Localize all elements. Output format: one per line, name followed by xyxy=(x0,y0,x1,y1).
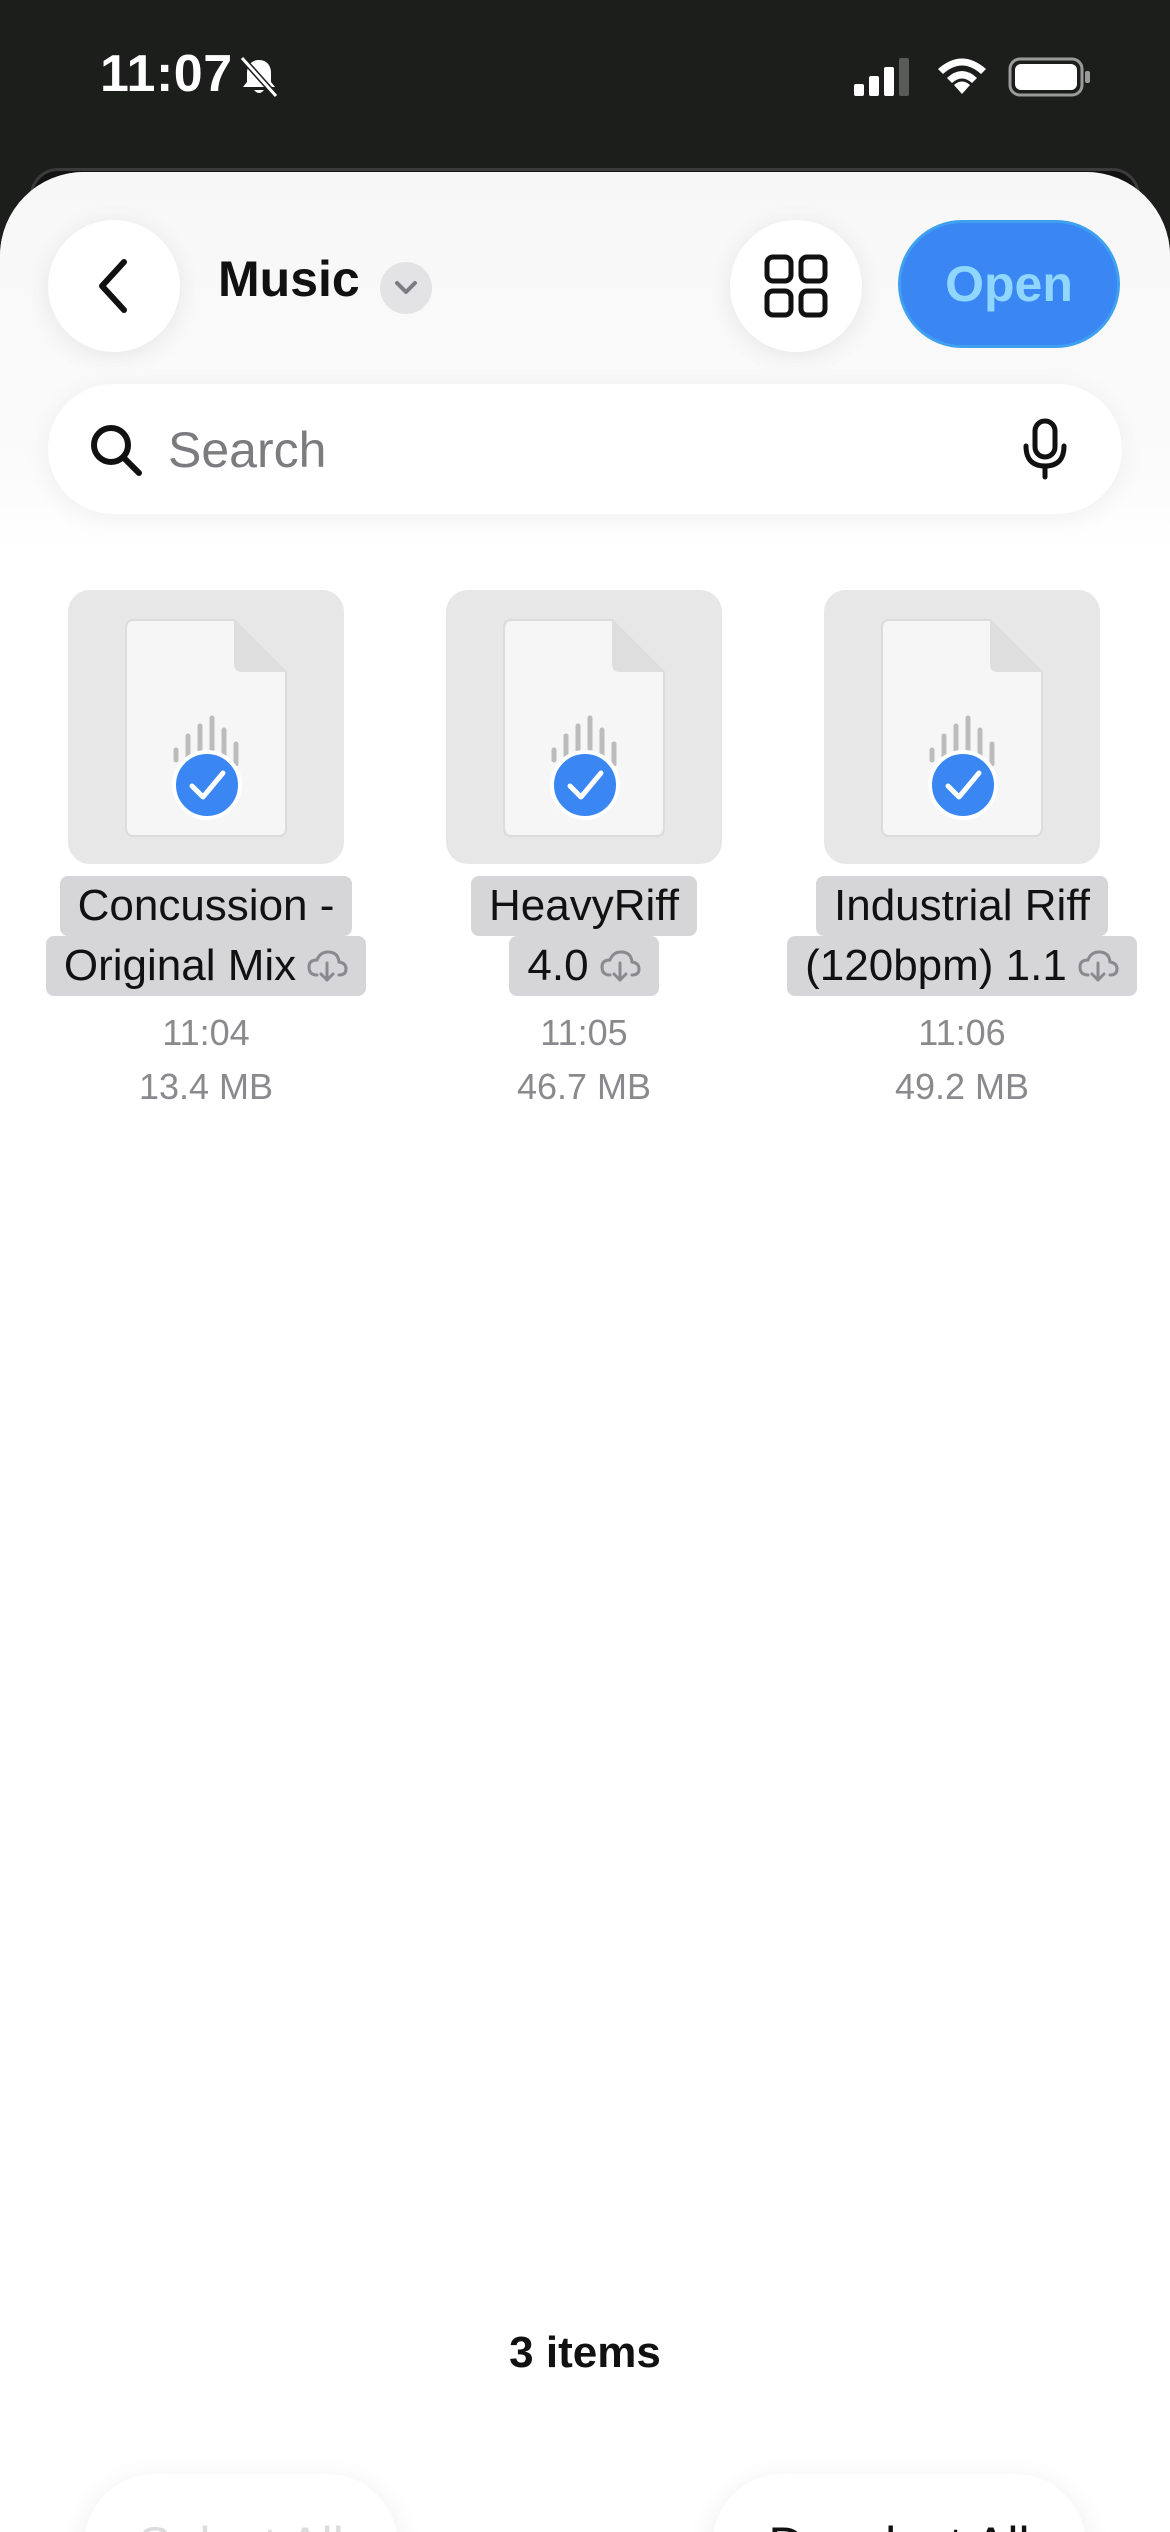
file-size: 13.4 MB xyxy=(138,1066,274,1107)
file-name-text: 4.0 xyxy=(527,941,589,990)
folder-title[interactable]: Music xyxy=(218,250,360,308)
chevron-left-icon xyxy=(99,259,127,313)
checkmark-circle-icon xyxy=(550,750,620,820)
file-time: 11:06 xyxy=(918,1012,1006,1053)
file-name-text: Original Mix xyxy=(63,941,297,990)
grid-view-icon xyxy=(764,254,828,318)
open-button[interactable]: Open xyxy=(898,220,1120,348)
file-name-line: HeavyRiff xyxy=(471,876,697,936)
search-bar[interactable] xyxy=(48,384,1122,514)
status-time: 11:07 xyxy=(100,45,233,103)
status-bar: 11:07 xyxy=(0,0,1170,160)
file-name-line: 4.0 xyxy=(509,936,659,996)
cloud-download-icon xyxy=(600,950,641,982)
deselect-all-button[interactable]: Deselect All xyxy=(712,2474,1086,2532)
file-item[interactable]: Industrial Riff (120bpm) 1.1 11:06 49.2 … xyxy=(782,590,1142,1114)
battery-icon xyxy=(1008,57,1090,97)
folder-menu-button[interactable] xyxy=(380,262,432,314)
wifi-icon xyxy=(938,58,986,94)
back-button[interactable] xyxy=(48,220,180,352)
cloud-download-icon xyxy=(1078,950,1119,982)
view-mode-button[interactable] xyxy=(730,220,862,352)
file-size: 49.2 MB xyxy=(894,1066,1030,1107)
file-item[interactable]: Concussion - Original Mix 11:04 13.4 MB xyxy=(26,590,386,1114)
file-thumbnail[interactable] xyxy=(68,590,344,864)
file-browser-sheet: Music Open Search Concussion - Original … xyxy=(0,172,1170,2532)
file-name-text: (120bpm) 1.1 xyxy=(805,941,1067,990)
chevron-down-icon xyxy=(395,281,417,294)
file-name-line: Industrial Riff xyxy=(816,876,1108,936)
file-time: 11:04 xyxy=(162,1012,250,1053)
file-item[interactable]: HeavyRiff 4.0 11:05 46.7 MB xyxy=(404,590,764,1114)
cloud-download-icon xyxy=(307,950,348,982)
file-thumbnail[interactable] xyxy=(824,590,1100,864)
file-time: 11:05 xyxy=(540,1012,628,1053)
cellular-signal-icon xyxy=(854,58,909,96)
checkmark-circle-icon xyxy=(172,750,242,820)
file-name-line: (120bpm) 1.1 xyxy=(787,936,1137,996)
file-thumbnail[interactable] xyxy=(446,590,722,864)
items-count: 3 items xyxy=(509,2328,661,2377)
file-size: 46.7 MB xyxy=(516,1066,652,1107)
select-all-button[interactable]: Select All xyxy=(84,2474,398,2532)
checkmark-circle-icon xyxy=(928,750,998,820)
header: Music Open xyxy=(0,172,1170,552)
microphone-icon[interactable] xyxy=(1020,418,1070,480)
file-name: Industrial Riff (120bpm) 1.1 xyxy=(782,876,1142,996)
file-name-line: Original Mix xyxy=(45,936,367,996)
file-name-line: Concussion - xyxy=(59,876,353,936)
file-name: HeavyRiff 4.0 xyxy=(404,876,764,996)
file-name: Concussion - Original Mix xyxy=(26,876,386,996)
search-input[interactable] xyxy=(166,414,1030,486)
bell-slash-icon xyxy=(239,55,279,99)
search-icon xyxy=(91,425,142,476)
